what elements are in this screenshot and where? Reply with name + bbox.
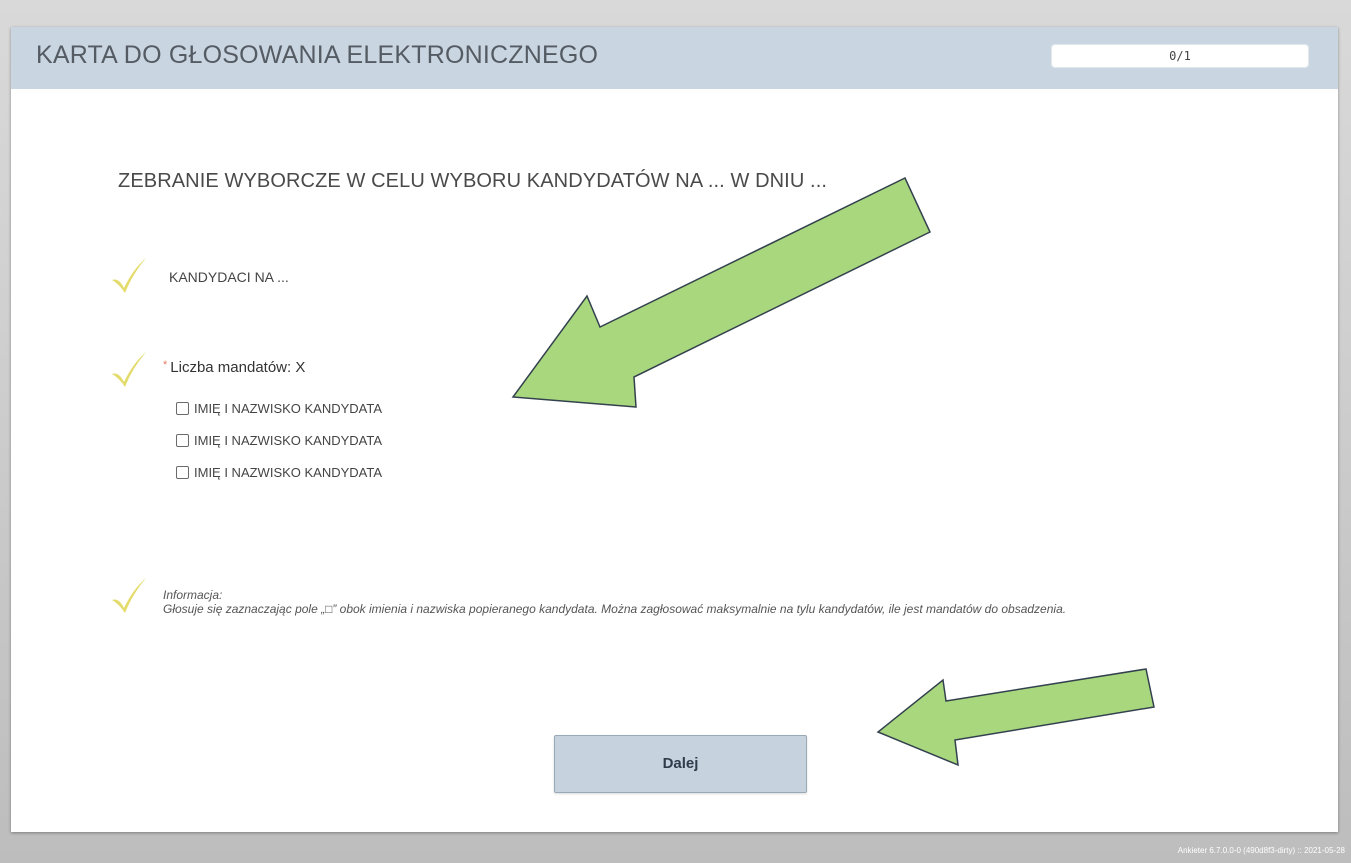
arrow-annotation-small <box>876 668 1155 767</box>
arrow-annotation-large <box>511 176 931 408</box>
arrow-annotations <box>511 176 1155 767</box>
page-background: KARTA DO GŁOSOWANIA ELEKTRONICZNEGO 0/1 … <box>0 0 1351 863</box>
version-footer: Ankieter 6.7.0.0-0 (490d8f3-dirty) :: 20… <box>1177 846 1345 855</box>
